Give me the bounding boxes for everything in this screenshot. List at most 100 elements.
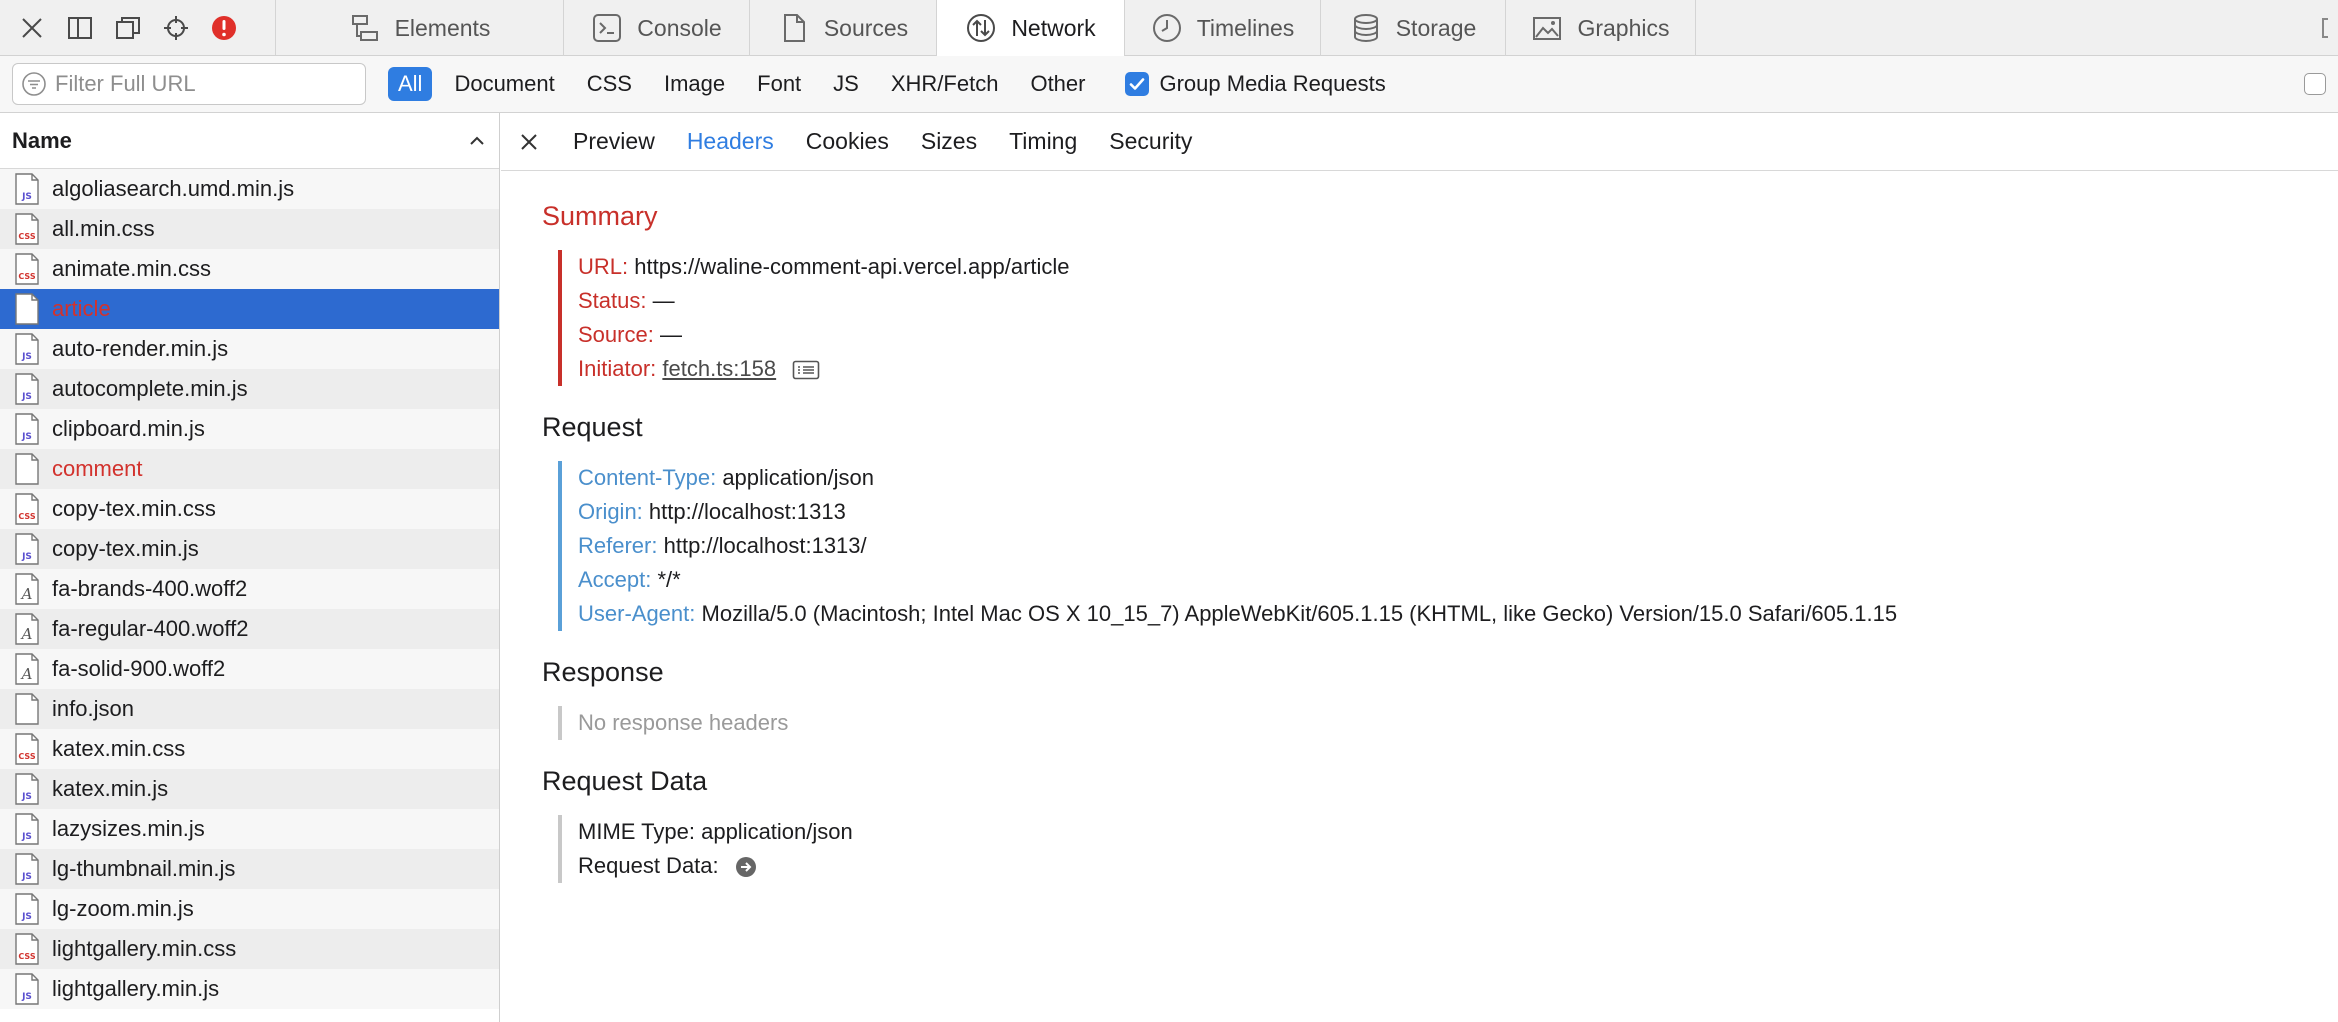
chevron-up-icon[interactable]: [467, 131, 487, 151]
header-value: Mozilla/5.0 (Macintosh; Intel Mac OS X 1…: [701, 601, 1898, 626]
group-media-toggle[interactable]: Group Media Requests: [1125, 71, 1386, 97]
tab-elements[interactable]: Elements: [276, 0, 564, 56]
resource-name: all.min.css: [52, 216, 155, 241]
filter-type-document[interactable]: Document: [444, 67, 564, 101]
tab-cookies[interactable]: Cookies: [806, 128, 889, 155]
filter-type-other[interactable]: Other: [1020, 67, 1095, 101]
resource-row[interactable]: comment: [0, 449, 499, 489]
initiator-link[interactable]: fetch.ts:158: [662, 356, 776, 381]
console-icon: [593, 14, 622, 42]
request-data-block: MIME Type: application/json Request Data…: [558, 815, 2338, 883]
filter-type-all[interactable]: All: [388, 67, 433, 101]
headers-content: Summary URL: https://waline-comment-api.…: [501, 171, 2338, 883]
resource-row[interactable]: article: [0, 289, 499, 329]
request-data-label: Request Data:: [578, 853, 719, 878]
resource-row[interactable]: CSS copy-tex.min.css: [0, 489, 499, 529]
filter-type-image[interactable]: Image: [654, 67, 735, 101]
resource-row[interactable]: Afa-brands-400.woff2: [0, 569, 499, 609]
error-badge-icon[interactable]: [200, 0, 248, 56]
inspect-element-icon[interactable]: [152, 0, 200, 56]
document-file-icon: [14, 453, 40, 485]
close-icon[interactable]: [515, 128, 543, 156]
tab-security[interactable]: Security: [1109, 128, 1192, 155]
resource-row[interactable]: CSS katex.min.css: [0, 729, 499, 769]
resource-row[interactable]: CSS lightgallery.min.css: [0, 929, 499, 969]
group-media-label: Group Media Requests: [1159, 71, 1386, 96]
tab-sizes[interactable]: Sizes: [921, 128, 977, 155]
resource-row[interactable]: JS lg-thumbnail.min.js: [0, 849, 499, 889]
call-stack-icon[interactable]: [792, 359, 820, 381]
font-file-icon: A: [14, 613, 40, 645]
svg-text:A: A: [20, 585, 33, 603]
header-key: Origin:: [578, 499, 643, 524]
filter-icon: [22, 72, 46, 96]
resource-row[interactable]: JS algoliasearch.umd.min.js: [0, 169, 499, 209]
svg-text:CSS: CSS: [18, 232, 35, 241]
svg-text:CSS: CSS: [18, 272, 35, 281]
resource-row[interactable]: JS lightgallery.min.js: [0, 969, 499, 1009]
resource-name: lightgallery.min.js: [52, 976, 220, 1001]
svg-text:JS: JS: [21, 872, 32, 882]
css-file-icon: CSS: [14, 733, 40, 765]
preserve-log-checkbox[interactable]: [2304, 73, 2326, 95]
tab-graphics[interactable]: Graphics: [1506, 0, 1696, 56]
tab-timelines[interactable]: Timelines: [1125, 0, 1321, 56]
filter-type-css[interactable]: CSS: [577, 67, 642, 101]
resource-name: lg-thumbnail.min.js: [52, 856, 236, 881]
tab-headers[interactable]: Headers: [687, 128, 774, 155]
tab-storage[interactable]: Storage: [1321, 0, 1506, 56]
summary-status: Status: —: [578, 284, 2338, 318]
storage-icon: [1353, 14, 1378, 43]
name-column-header[interactable]: Name: [12, 128, 72, 154]
resource-row[interactable]: CSS animate.min.css: [0, 249, 499, 289]
js-file-icon: JS: [14, 413, 40, 445]
tab-sources[interactable]: Sources: [750, 0, 937, 56]
filter-bar: All Document CSS Image Font JS XHR/Fetch…: [0, 56, 2338, 113]
resource-row[interactable]: JS lg-zoom.min.js: [0, 889, 499, 929]
resource-name: copy-tex.min.css: [52, 496, 216, 521]
filter-type-font[interactable]: Font: [747, 67, 811, 101]
list-header[interactable]: Name: [0, 113, 499, 169]
undock-icon[interactable]: [104, 0, 152, 56]
toolbar-tools: [0, 0, 276, 55]
tab-console[interactable]: Console: [564, 0, 750, 56]
tab-label: Network: [1011, 14, 1096, 41]
filter-field[interactable]: [12, 63, 366, 105]
resource-row[interactable]: JS clipboard.min.js: [0, 409, 499, 449]
summary-url: URL: https://waline-comment-api.vercel.a…: [578, 250, 2338, 284]
resource-row[interactable]: JS auto-render.min.js: [0, 329, 499, 369]
resource-name: fa-solid-900.woff2: [52, 656, 226, 681]
resource-row[interactable]: Afa-regular-400.woff2: [0, 609, 499, 649]
js-file-icon: JS: [14, 333, 40, 365]
resource-row[interactable]: info.json: [0, 689, 499, 729]
resource-row[interactable]: JS katex.min.js: [0, 769, 499, 809]
filter-type-js[interactable]: JS: [823, 67, 869, 101]
filter-type-xhr-fetch[interactable]: XHR/Fetch: [881, 67, 1009, 101]
resource-row[interactable]: Afa-solid-900.woff2: [0, 649, 499, 689]
css-file-icon: CSS: [14, 933, 40, 965]
request-header-row: Referer: http://localhost:1313/: [578, 529, 2338, 563]
font-file-icon: A: [14, 573, 40, 605]
group-media-checkbox[interactable]: [1125, 72, 1150, 96]
tab-label: Timelines: [1196, 14, 1295, 41]
response-title: Response: [542, 657, 664, 687]
close-icon[interactable]: [8, 0, 56, 56]
resource-row[interactable]: JS lazysizes.min.js: [0, 809, 499, 849]
svg-text:JS: JS: [21, 392, 32, 402]
dock-side-icon[interactable]: [56, 0, 104, 56]
tab-preview[interactable]: Preview: [573, 128, 655, 155]
go-to-arrow-icon[interactable]: [735, 856, 757, 878]
request-headers-block: Content-Type: application/json Origin: h…: [558, 461, 2338, 631]
overflow-icon[interactable]: [2322, 17, 2328, 38]
network-icon: [967, 14, 996, 42]
tab-timing[interactable]: Timing: [1009, 128, 1077, 155]
resource-row[interactable]: JS autocomplete.min.js: [0, 369, 499, 409]
resource-row[interactable]: CSS all.min.css: [0, 209, 499, 249]
js-file-icon: JS: [14, 173, 40, 205]
css-file-icon: CSS: [14, 213, 40, 245]
filter-input[interactable]: [55, 71, 355, 97]
sources-icon: [783, 14, 805, 42]
resource-row[interactable]: JS copy-tex.min.js: [0, 529, 499, 569]
tab-network[interactable]: Network: [937, 0, 1125, 56]
font-file-icon: A: [14, 653, 40, 685]
